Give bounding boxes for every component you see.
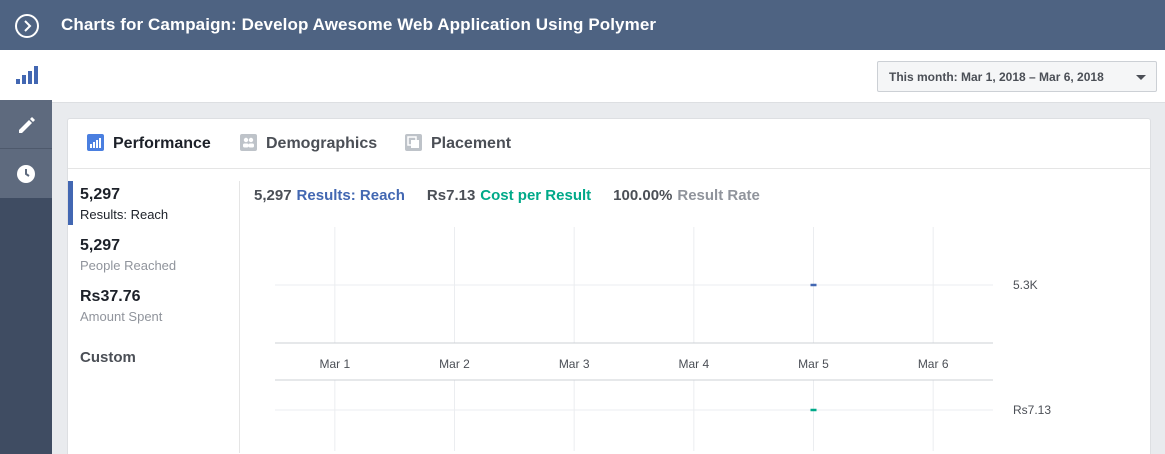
- x-tick-label: Mar 6: [918, 357, 949, 371]
- tab-bar: Performance Demographics Placement: [68, 119, 1150, 169]
- tab-placement-label: Placement: [431, 135, 512, 152]
- rail-history-button[interactable]: [0, 148, 52, 198]
- metric-amount-spent[interactable]: Rs37.76 Amount Spent: [80, 288, 162, 324]
- y-value-label: 5.3K: [1013, 278, 1038, 292]
- results-label: Results: Reach: [296, 187, 405, 204]
- bar-chart-icon: [87, 134, 104, 151]
- expand-button[interactable]: [15, 14, 39, 38]
- caret-down-icon: [1136, 75, 1146, 80]
- bar-chart-icon: [16, 66, 38, 84]
- rail-charts-button[interactable]: [0, 50, 52, 100]
- date-range-label: This month: Mar 1, 2018 – Mar 6, 2018: [889, 70, 1104, 84]
- y-value-label: Rs7.13: [1013, 403, 1051, 417]
- metric-label: Amount Spent: [80, 309, 163, 324]
- x-tick-label: Mar 5: [798, 357, 829, 371]
- clock-icon: [17, 165, 35, 183]
- date-range-dropdown[interactable]: This month: Mar 1, 2018 – Mar 6, 2018: [877, 61, 1157, 92]
- rate-label: Result Rate: [677, 187, 760, 204]
- charts-card: Performance Demographics Placement 5,297…: [67, 118, 1151, 454]
- cost-label: Cost per Result: [480, 187, 592, 204]
- tab-performance-label: Performance: [113, 135, 211, 152]
- tab-performance[interactable]: Performance: [87, 134, 211, 153]
- page-title: Charts for Campaign: Develop Awesome Web…: [61, 15, 657, 34]
- metric-results-reach[interactable]: 5,297 Results: Reach: [80, 186, 168, 222]
- x-tick-label: Mar 3: [559, 357, 590, 371]
- rail-edit-button[interactable]: [0, 100, 52, 148]
- cost-value: Rs7.13: [426, 187, 476, 204]
- performance-chart: Mar 1 Mar 2 Mar 3 Mar 4 Mar 5 Mar 6 5.3K Rs7.13: [275, 227, 1051, 451]
- left-rail: [0, 50, 52, 454]
- toolbar: This month: Mar 1, 2018 – Mar 6, 2018: [52, 50, 1165, 103]
- placement-icon: [405, 134, 422, 151]
- summary-line: 5,297 Results: Reach Rs7.13 Cost per Result…: [254, 187, 765, 204]
- metric-label: People Reached: [80, 258, 177, 273]
- metrics-list: 5,297 Results: Reach 5,297 People Reache…: [68, 181, 240, 453]
- rate-value: 100.00%: [613, 187, 673, 204]
- metric-value: 5,297: [80, 237, 121, 254]
- custom-metric-link[interactable]: Custom: [80, 349, 136, 366]
- active-metric-indicator: [68, 181, 73, 225]
- tab-demographics-label: Demographics: [266, 135, 378, 152]
- tab-demographics[interactable]: Demographics: [240, 134, 377, 153]
- tab-placement[interactable]: Placement: [405, 134, 511, 153]
- pencil-icon: [19, 117, 35, 133]
- metric-value: Rs37.76: [80, 288, 141, 305]
- metric-label: Results: Reach: [80, 207, 169, 222]
- results-value: 5,297: [254, 187, 292, 204]
- chevron-right-icon: [24, 20, 32, 32]
- x-tick-label: Mar 2: [439, 357, 470, 371]
- people-icon: [240, 134, 257, 151]
- metric-value: 5,297: [80, 186, 121, 203]
- x-tick-label: Mar 4: [678, 357, 709, 371]
- page-header: Charts for Campaign: Develop Awesome Web…: [0, 0, 1165, 50]
- x-tick-label: Mar 1: [319, 357, 350, 371]
- metric-people-reached[interactable]: 5,297 People Reached: [80, 237, 176, 273]
